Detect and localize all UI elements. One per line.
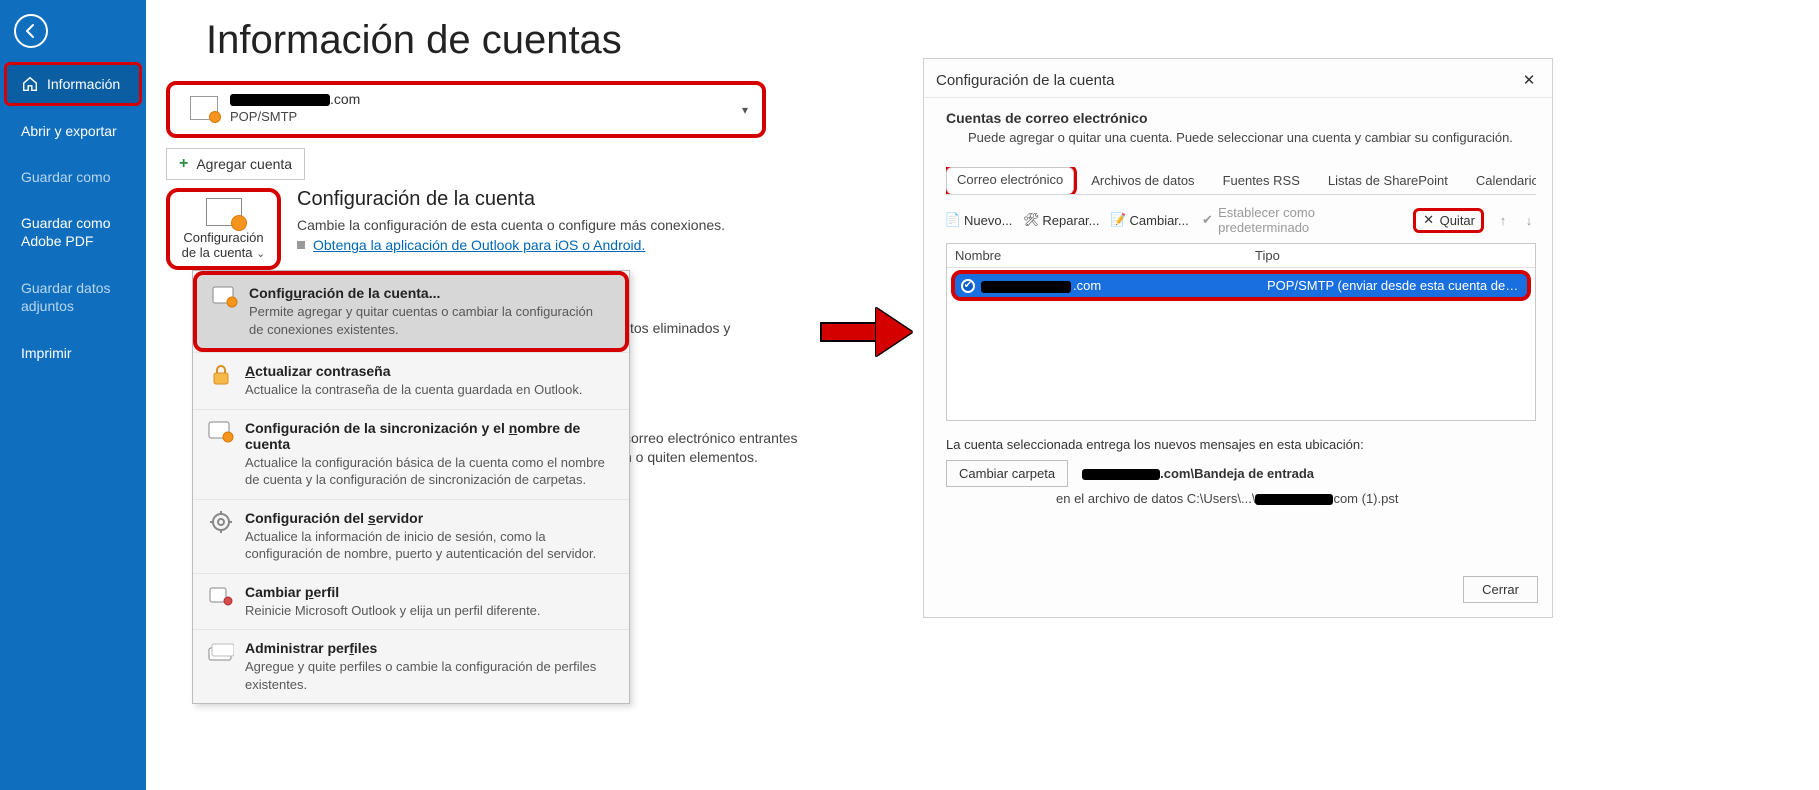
- remove-icon: ✕: [1422, 213, 1436, 227]
- config-heading: Configuración de la cuenta: [297, 188, 725, 211]
- chevron-down-icon: ⌄: [256, 248, 265, 260]
- dialog-close-bottom[interactable]: Cerrar: [1463, 576, 1538, 603]
- back-button[interactable]: [14, 14, 48, 48]
- chevron-down-icon: ▾: [742, 103, 748, 117]
- tb-remove[interactable]: ✕Quitar: [1413, 208, 1484, 233]
- inbox-path: .com\Bandeja de entrada: [1082, 466, 1314, 481]
- menu-desc: Permite agregar y quitar cuentas o cambi…: [249, 303, 611, 338]
- tab-internet-cal[interactable]: Calendarios de Internet: [1465, 168, 1536, 194]
- menu-item-manage-profiles[interactable]: Administrar perfiles Agregue y quite perf…: [193, 629, 629, 703]
- nav-imprimir[interactable]: Imprimir: [4, 332, 142, 374]
- new-icon: 📄: [946, 213, 960, 227]
- nav-informacion[interactable]: Información: [4, 62, 142, 106]
- menu-item-account-settings[interactable]: Configuración de la cuenta... Permite agr…: [193, 271, 629, 352]
- menu-title: Administrar perfiles: [245, 640, 615, 656]
- add-account-button[interactable]: + Agregar cuenta: [166, 148, 305, 180]
- nav-abrir-exportar[interactable]: Abrir y exportar: [4, 110, 142, 152]
- deliver-label: La cuenta seleccionada entrega los nuevo…: [946, 437, 1536, 452]
- config-desc: Cambie la configuración de esta cuenta o…: [297, 217, 725, 233]
- tab-data-files[interactable]: Archivos de datos: [1080, 168, 1205, 194]
- page-title: Información de cuentas: [206, 18, 790, 63]
- tab-email[interactable]: Correo electrónico: [946, 167, 1074, 194]
- nav-guardar-adjuntos: Guardar datos adjuntos: [4, 267, 142, 328]
- account-protocol: POP/SMTP: [230, 109, 360, 124]
- account-icon: [190, 96, 218, 120]
- profile-swap-icon: [207, 584, 235, 608]
- default-check-icon: ✔: [961, 279, 975, 293]
- account-settings-menu: Configuración de la cuenta... Permite agr…: [192, 270, 630, 704]
- plus-icon: +: [179, 155, 188, 173]
- row-type: POP/SMTP (enviar desde esta cuenta de ma…: [1267, 278, 1521, 293]
- account-settings-button[interactable]: Configuración de la cuenta ⌄: [166, 188, 281, 270]
- account-settings-dialog: Configuración de la cuenta ✕ Cuentas de …: [923, 58, 1553, 618]
- menu-title: Configuración de la cuenta...: [249, 285, 611, 301]
- bg-text: n o quiten elementos.: [624, 449, 758, 465]
- bg-text: tos eliminados y: [630, 320, 730, 336]
- tb-set-default: ✔Establecer como predeterminado: [1201, 205, 1401, 235]
- dialog-tabs: Correo electrónico Archivos de datos Fue…: [946, 167, 1536, 195]
- dialog-section-desc: Puede agregar o quitar una cuenta. Puede…: [968, 130, 1536, 145]
- account-selector[interactable]: .com POP/SMTP ▾: [166, 81, 766, 138]
- tb-new[interactable]: 📄Nuevo...: [946, 213, 1012, 228]
- tb-change[interactable]: 📝Cambiar...: [1112, 213, 1189, 228]
- dialog-toolbar: 📄Nuevo... 🛠Reparar... 📝Cambiar... ✔Estab…: [946, 205, 1536, 235]
- menu-title: Actualizar contraseña: [245, 363, 583, 379]
- account-email: .com: [230, 91, 360, 107]
- menu-desc: Actualice la configuración básica de la …: [245, 454, 615, 489]
- menu-title: Cambiar perfil: [245, 584, 541, 600]
- dialog-title: Configuración de la cuenta: [936, 72, 1114, 89]
- lock-icon: [207, 363, 235, 387]
- menu-item-sync-name[interactable]: Configuración de la sincronización y el …: [193, 409, 629, 499]
- menu-desc: Actualice la información de inicio de se…: [245, 528, 615, 563]
- repair-icon: 🛠: [1024, 213, 1038, 227]
- col-name: Nombre: [947, 244, 1247, 267]
- bg-text: correo electrónico entrantes: [624, 430, 798, 446]
- account-row[interactable]: ✔ .com POP/SMTP (enviar desde esta cuent…: [951, 270, 1531, 301]
- menu-item-update-password[interactable]: Actualizar contraseña Actualice la contra…: [193, 352, 629, 409]
- col-type: Tipo: [1247, 244, 1535, 267]
- annotation-arrow: [820, 308, 920, 356]
- row-name: .com: [981, 278, 1267, 293]
- accounts-list: Nombre Tipo ✔ .com POP/SMTP (enviar desd…: [946, 243, 1536, 421]
- dialog-section-heading: Cuentas de correo electrónico: [946, 110, 1536, 126]
- nav-guardar-como: Guardar como: [4, 156, 142, 198]
- gear-icon: [207, 510, 235, 534]
- arrow-down-icon: ↓: [1522, 213, 1536, 227]
- dialog-close-button[interactable]: ✕: [1518, 69, 1540, 91]
- account-settings-icon: [211, 285, 239, 309]
- bullet-icon: [297, 241, 305, 249]
- change-folder-button[interactable]: Cambiar carpeta: [946, 460, 1068, 487]
- backstage-sidebar: Información Abrir y exportar Guardar com…: [0, 0, 146, 790]
- list-header: Nombre Tipo: [947, 244, 1535, 268]
- tb-move-up: ↑: [1496, 213, 1510, 227]
- arrow-up-icon: ↑: [1496, 213, 1510, 227]
- tab-sharepoint[interactable]: Listas de SharePoint: [1317, 168, 1459, 194]
- menu-title: Configuración de la sincronización y el …: [245, 420, 615, 452]
- menu-item-server-config[interactable]: Configuración del servidor Actualice la i…: [193, 499, 629, 573]
- datafile-path: en el archivo de datos C:\Users\...\com …: [1056, 491, 1536, 506]
- check-icon: ✔: [1201, 213, 1214, 227]
- menu-desc: Actualice la contraseña de la cuenta gua…: [245, 381, 583, 399]
- profiles-icon: [207, 640, 235, 664]
- menu-desc: Reinicie Microsoft Outlook y elija un pe…: [245, 602, 541, 620]
- change-icon: 📝: [1112, 213, 1126, 227]
- outlook-mobile-link[interactable]: Obtenga la aplicación de Outlook para iO…: [313, 237, 645, 253]
- menu-item-change-profile[interactable]: Cambiar perfil Reinicie Microsoft Outlook…: [193, 573, 629, 630]
- menu-title: Configuración del servidor: [245, 510, 615, 526]
- account-sync-icon: [207, 420, 235, 444]
- account-settings-icon: [206, 198, 242, 226]
- nav-label: Información: [47, 76, 120, 92]
- tab-rss[interactable]: Fuentes RSS: [1212, 168, 1311, 194]
- nav-guardar-adobe-pdf[interactable]: Guardar como Adobe PDF: [4, 202, 142, 263]
- menu-desc: Agregue y quite perfiles o cambie la con…: [245, 658, 615, 693]
- tb-repair[interactable]: 🛠Reparar...: [1024, 213, 1099, 228]
- add-account-label: Agregar cuenta: [196, 156, 292, 172]
- tb-move-down: ↓: [1522, 213, 1536, 227]
